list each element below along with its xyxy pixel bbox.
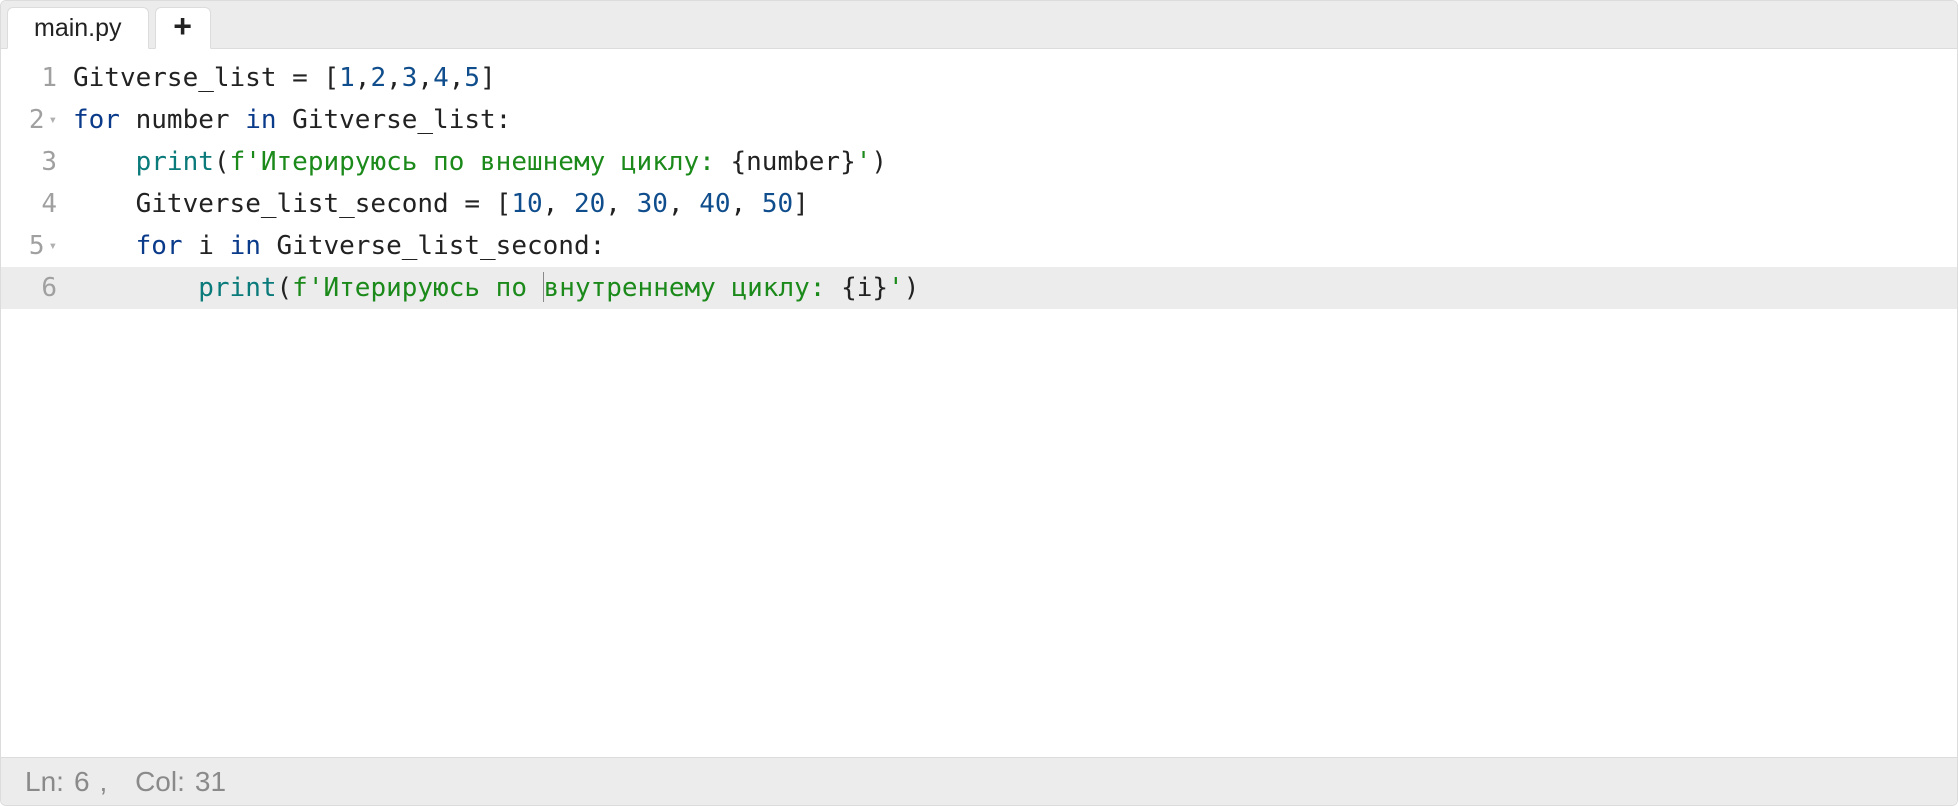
line-number-text: 4 <box>41 183 57 225</box>
text-cursor <box>543 272 544 302</box>
line-number: 3 <box>1 141 57 183</box>
code-area: 12▾345▾6 Gitverse_list = [1,2,3,4,5]for … <box>1 49 1957 757</box>
line-number-gutter: 12▾345▾6 <box>1 49 67 757</box>
tab-label: main.py <box>34 16 122 41</box>
code-line[interactable]: for i in Gitverse_list_second: <box>67 225 1957 267</box>
status-col-value: 31 <box>195 768 226 796</box>
code-line[interactable]: print(f'Итерируюсь по внешнему циклу: {n… <box>67 141 1957 183</box>
line-number-text: 6 <box>41 267 57 309</box>
tab-strip: main.py + <box>1 1 1957 49</box>
line-number: 6 <box>1 267 67 309</box>
line-number: 4 <box>1 183 57 225</box>
status-bar: Ln: 6, Col: 31 <box>1 757 1957 805</box>
line-number-text: 3 <box>41 141 57 183</box>
line-number-text: 2 <box>29 99 45 141</box>
tab-file-main[interactable]: main.py <box>7 7 149 49</box>
code-line[interactable]: Gitverse_list_second = [10, 20, 30, 40, … <box>67 183 1957 225</box>
code-line[interactable]: for number in Gitverse_list: <box>67 99 1957 141</box>
line-number: 1 <box>1 57 57 99</box>
new-tab-button[interactable]: + <box>155 7 211 49</box>
plus-icon: + <box>173 10 192 42</box>
line-number: 2▾ <box>1 99 57 141</box>
code-line[interactable]: Gitverse_list = [1,2,3,4,5] <box>67 57 1957 99</box>
line-number: 5▾ <box>1 225 57 267</box>
status-ln-label: Ln: <box>25 768 64 796</box>
code-editor: main.py + 12▾345▾6 Gitverse_list = [1,2,… <box>0 0 1958 806</box>
status-ln-value: 6 <box>74 768 90 796</box>
line-number-text: 5 <box>29 225 45 267</box>
line-number-text: 1 <box>41 57 57 99</box>
status-col-label: Col: <box>135 768 185 796</box>
code-content[interactable]: Gitverse_list = [1,2,3,4,5]for number in… <box>67 49 1957 757</box>
code-line[interactable]: print(f'Итерируюсь по внутреннему циклу:… <box>67 267 1957 309</box>
fold-toggle-icon[interactable]: ▾ <box>49 99 57 141</box>
fold-toggle-icon[interactable]: ▾ <box>49 225 57 267</box>
